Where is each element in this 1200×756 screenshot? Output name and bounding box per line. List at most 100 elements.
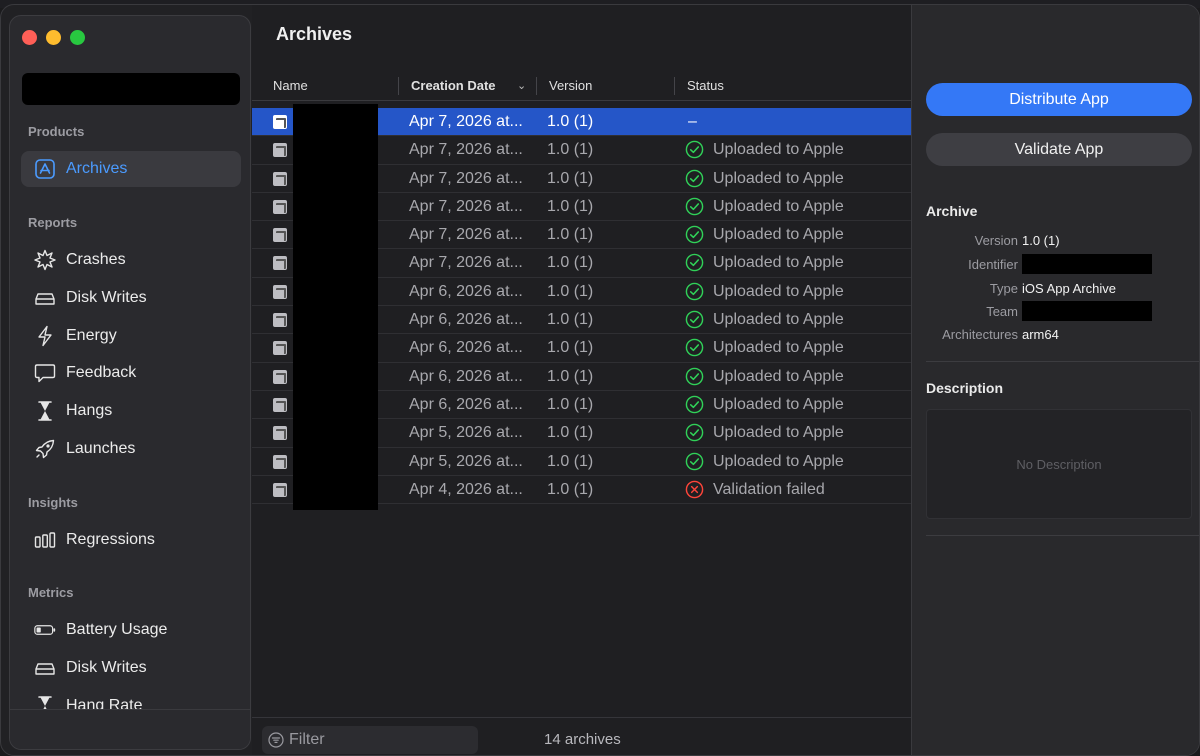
cell-creation-date: Apr 4, 2026 at... — [409, 480, 523, 498]
description-section-title: Description — [926, 380, 1004, 396]
cell-status: Uploaded to Apple — [713, 226, 844, 244]
cell-status: Uploaded to Apple — [713, 282, 844, 300]
cell-version: 1.0 (1) — [547, 339, 594, 357]
section-title-insights: Insights — [28, 495, 78, 510]
close-window-button[interactable] — [22, 30, 37, 45]
cell-creation-date: Apr 6, 2026 at... — [409, 282, 523, 300]
sidebar-item-label: Hangs — [66, 402, 113, 420]
zoom-window-button[interactable] — [70, 30, 85, 45]
app-store-icon — [33, 157, 57, 181]
detail-value: 1.0 (1) — [1022, 233, 1060, 248]
checkmark-circle-icon — [685, 140, 704, 159]
sidebar-item-report-disk-writes[interactable]: Disk Writes — [21, 280, 241, 316]
detail-type: Type iOS App Archive — [912, 278, 1199, 300]
column-header-version[interactable]: Version — [549, 78, 592, 93]
sidebar-item-label: Disk Writes — [66, 658, 147, 676]
cell-creation-date: Apr 6, 2026 at... — [409, 395, 523, 413]
cell-creation-date: Apr 6, 2026 at... — [409, 339, 523, 357]
sidebar-item-report-feedback[interactable]: Feedback — [21, 355, 241, 391]
distribute-app-button[interactable]: Distribute App — [926, 83, 1192, 116]
sidebar-item-label: Archives — [66, 160, 128, 177]
checkmark-circle-icon — [685, 169, 704, 188]
battery-icon — [33, 618, 57, 642]
archive-file-icon — [273, 228, 287, 243]
cell-status: – — [688, 113, 697, 130]
account-selector-redacted[interactable] — [22, 73, 240, 105]
column-header-status[interactable]: Status — [687, 78, 724, 93]
checkmark-circle-icon — [685, 282, 704, 301]
archive-file-icon — [273, 482, 287, 497]
column-header-name[interactable]: Name — [273, 78, 308, 93]
identifier-redacted — [1022, 254, 1152, 274]
sidebar-item-report-crashes[interactable]: Crashes — [21, 242, 241, 278]
cell-version: 1.0 (1) — [547, 169, 594, 187]
sidebar-footer — [10, 709, 250, 749]
archive-file-icon — [273, 397, 287, 412]
cell-status: Uploaded to Apple — [713, 311, 844, 329]
cell-version: 1.0 (1) — [547, 197, 594, 215]
sidebar: Products Archives Reports Crashes Disk Wr… — [9, 15, 251, 750]
sidebar-item-report-energy[interactable]: Energy — [21, 318, 241, 354]
section-title-products: Products — [28, 124, 85, 139]
hourglass-icon — [33, 399, 57, 423]
sidebar-item-label: Regressions — [66, 531, 155, 548]
error-circle-icon — [685, 480, 704, 499]
cell-status: Uploaded to Apple — [713, 395, 844, 413]
archive-file-icon — [273, 313, 287, 328]
sidebar-item-report-hangs[interactable]: Hangs — [21, 393, 241, 429]
archive-file-icon — [273, 284, 287, 299]
sidebar-item-report-launches[interactable]: Launches — [21, 431, 241, 467]
column-separator[interactable] — [398, 77, 399, 95]
inspector-pane: Distribute App Validate App Archive Vers… — [911, 5, 1199, 755]
sort-chevron-down-icon[interactable]: ⌄ — [517, 79, 526, 92]
list-footer: Filter 14 archives — [252, 717, 911, 755]
sidebar-item-archives[interactable]: Archives — [21, 151, 241, 187]
section-title-metrics: Metrics — [28, 585, 74, 600]
detail-key: Version — [974, 233, 1018, 248]
cell-version: 1.0 (1) — [547, 254, 594, 272]
sidebar-item-label: Launches — [66, 440, 136, 457]
archive-file-icon — [273, 143, 287, 158]
cell-version: 1.0 (1) — [547, 282, 594, 300]
section-title-reports: Reports — [28, 215, 78, 230]
disk-icon — [33, 656, 57, 680]
sidebar-item-label: Feedback — [66, 364, 137, 382]
table-header: Name Creation Date ⌄ Version Status — [252, 71, 911, 101]
cell-status: Uploaded to Apple — [713, 452, 844, 470]
filter-field[interactable]: Filter — [262, 726, 478, 754]
speech-bubble-icon — [33, 361, 57, 385]
column-separator[interactable] — [536, 77, 537, 95]
checkmark-circle-icon — [685, 395, 704, 414]
detail-identifier: Identifier — [912, 254, 1199, 276]
column-separator[interactable] — [674, 77, 675, 95]
bar-chart-icon — [33, 528, 57, 552]
cell-version: 1.0 (1) — [547, 141, 594, 159]
cell-creation-date: Apr 5, 2026 at... — [409, 452, 523, 470]
archive-section-title: Archive — [926, 203, 978, 219]
checkmark-circle-icon — [685, 367, 704, 386]
column-header-creation-date[interactable]: Creation Date — [411, 78, 496, 93]
cell-creation-date: Apr 6, 2026 at... — [409, 367, 523, 385]
checkmark-circle-icon — [685, 338, 704, 357]
cell-creation-date: Apr 7, 2026 at... — [409, 226, 523, 244]
detail-key: Identifier — [968, 257, 1018, 272]
cell-status: Uploaded to Apple — [713, 424, 844, 442]
cell-status: Validation failed — [713, 480, 825, 498]
minimize-window-button[interactable] — [46, 30, 61, 45]
organizer-window: Products Archives Reports Crashes Disk Wr… — [0, 4, 1200, 756]
description-field[interactable]: No Description — [926, 409, 1192, 519]
validate-app-button[interactable]: Validate App — [926, 133, 1192, 166]
sidebar-item-regressions[interactable]: Regressions — [21, 522, 241, 558]
archive-file-icon — [273, 256, 287, 271]
divider — [926, 361, 1199, 362]
bolt-icon — [33, 324, 57, 348]
sidebar-item-metric-disk-writes[interactable]: Disk Writes — [21, 650, 241, 686]
sidebar-item-label: Crashes — [66, 251, 126, 268]
sidebar-item-metric-battery-usage[interactable]: Battery Usage — [21, 612, 241, 648]
sidebar-item-label: Disk Writes — [66, 288, 147, 306]
cell-creation-date: Apr 7, 2026 at... — [409, 197, 523, 215]
description-placeholder: No Description — [1016, 456, 1102, 472]
cell-status: Uploaded to Apple — [713, 339, 844, 357]
archive-file-icon — [273, 426, 287, 441]
archive-file-icon — [273, 341, 287, 356]
